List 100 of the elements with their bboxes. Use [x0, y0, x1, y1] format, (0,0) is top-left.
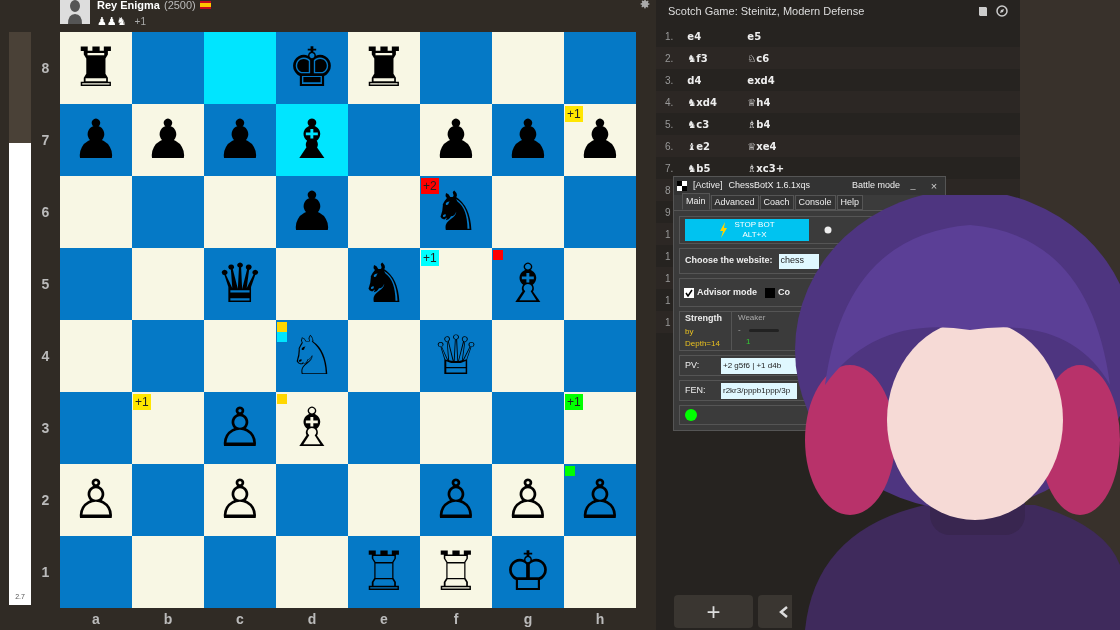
board-square[interactable]: +1 [132, 392, 204, 464]
chess-piece[interactable]: ♙ [215, 473, 265, 527]
move-text[interactable]: e4 [687, 28, 748, 44]
chess-piece[interactable]: ♝ [287, 113, 337, 167]
board-square[interactable]: ♖ [420, 536, 492, 608]
board-square[interactable] [60, 248, 132, 320]
board-square[interactable] [348, 320, 420, 392]
board-square[interactable]: ♜ [348, 32, 420, 104]
move-text[interactable]: e5 [747, 28, 762, 44]
chess-piece[interactable]: ♕ [431, 329, 481, 383]
move-text[interactable]: ♝e2 [687, 138, 748, 154]
board-square[interactable] [276, 536, 348, 608]
board-square[interactable] [132, 32, 204, 104]
move-text[interactable]: ♞xd4 [687, 94, 748, 110]
chess-piece[interactable]: ♙ [431, 473, 481, 527]
chess-piece[interactable]: ♚ [287, 41, 337, 95]
website-field[interactable]: chess [778, 253, 819, 269]
board-square[interactable]: ♟ [420, 104, 492, 176]
settings-icon[interactable] [639, 0, 651, 10]
chess-piece[interactable]: ♛ [215, 257, 265, 311]
chess-piece[interactable]: ♙ [575, 473, 625, 527]
radio-button-icon[interactable] [824, 226, 832, 234]
board-square[interactable] [60, 176, 132, 248]
board-square[interactable] [492, 392, 564, 464]
tab[interactable]: Advanced [710, 195, 759, 210]
board-square[interactable] [564, 248, 636, 320]
board-square[interactable]: ♔ [492, 536, 564, 608]
board-square[interactable] [276, 464, 348, 536]
board-square[interactable] [60, 536, 132, 608]
board-square[interactable]: ♞ [348, 248, 420, 320]
move-text[interactable]: ♘c6 [747, 50, 770, 66]
minimize-button[interactable]: _ [906, 179, 920, 193]
board-square[interactable] [564, 536, 636, 608]
checkbox[interactable] [765, 287, 775, 298]
board-square[interactable] [348, 392, 420, 464]
move-text[interactable]: ♞c3 [687, 116, 748, 132]
chess-piece[interactable]: ♟ [71, 113, 121, 167]
move-text[interactable]: ♕h4 [747, 94, 771, 110]
add-button[interactable]: + [674, 595, 753, 628]
board-square[interactable]: ♙ [204, 464, 276, 536]
checkbox[interactable] [684, 287, 694, 298]
chess-piece[interactable]: ♟ [431, 113, 481, 167]
board-square[interactable]: ♙ [420, 464, 492, 536]
move-text[interactable]: ♗b4 [747, 116, 771, 132]
board-square[interactable] [564, 176, 636, 248]
board-square[interactable]: ♘ [276, 320, 348, 392]
chess-piece[interactable]: ♘ [287, 329, 337, 383]
board-square[interactable]: ♙ [204, 392, 276, 464]
board-square[interactable]: ♖ [348, 536, 420, 608]
board-square[interactable] [492, 320, 564, 392]
board-square[interactable]: ♙ [60, 464, 132, 536]
tab[interactable]: Console [794, 195, 836, 210]
board-square[interactable] [60, 392, 132, 464]
compass-icon[interactable] [996, 5, 1008, 17]
board-square[interactable]: +1 [564, 392, 636, 464]
chess-piece[interactable]: ♗ [287, 401, 337, 455]
move-text[interactable]: exd4 [747, 72, 775, 88]
tab[interactable]: Main [682, 193, 710, 210]
board-square[interactable] [348, 104, 420, 176]
board-square[interactable] [492, 32, 564, 104]
chess-piece[interactable]: ♗ [503, 257, 553, 311]
board-square[interactable]: ♟ [276, 176, 348, 248]
board-square[interactable] [420, 32, 492, 104]
board-square[interactable]: ♟ [132, 104, 204, 176]
board-square[interactable]: ♙ [492, 464, 564, 536]
chess-piece[interactable]: ♖ [431, 545, 481, 599]
chess-piece[interactable]: ♜ [359, 41, 409, 95]
board-square[interactable]: ♝ [276, 104, 348, 176]
board-square[interactable] [348, 176, 420, 248]
chess-piece[interactable]: ♙ [215, 401, 265, 455]
board-square[interactable]: ♟ [492, 104, 564, 176]
board-square[interactable]: ♜ [60, 32, 132, 104]
board-square[interactable] [132, 464, 204, 536]
board-square[interactable] [492, 176, 564, 248]
board-square[interactable] [132, 536, 204, 608]
board-square[interactable] [204, 32, 276, 104]
board-square[interactable]: ♚ [276, 32, 348, 104]
board-square[interactable] [60, 320, 132, 392]
board-square[interactable] [132, 320, 204, 392]
move-text[interactable]: ♞b5 [687, 160, 748, 176]
back-button[interactable] [758, 595, 792, 628]
chess-piece[interactable]: ♟ [143, 113, 193, 167]
chess-piece[interactable]: ♜ [71, 41, 121, 95]
close-button[interactable]: × [926, 177, 942, 195]
board-square[interactable]: ♗ [276, 392, 348, 464]
board-square[interactable] [420, 392, 492, 464]
move-text[interactable]: d4 [687, 72, 748, 88]
board-square[interactable] [204, 536, 276, 608]
move-text[interactable]: ♕xe4 [747, 138, 777, 154]
move-text[interactable]: ♗xc3+ [747, 160, 785, 176]
board-square[interactable] [564, 320, 636, 392]
board-square[interactable] [348, 464, 420, 536]
board-square[interactable] [204, 320, 276, 392]
board-square[interactable]: ♗ [492, 248, 564, 320]
board-square[interactable]: ♙ [564, 464, 636, 536]
move-text[interactable]: ♞f3 [687, 50, 748, 66]
chess-piece[interactable]: ♖ [359, 545, 409, 599]
chess-piece[interactable]: ♟ [287, 185, 337, 239]
tab[interactable]: Coach [759, 195, 794, 210]
board-square[interactable] [132, 176, 204, 248]
